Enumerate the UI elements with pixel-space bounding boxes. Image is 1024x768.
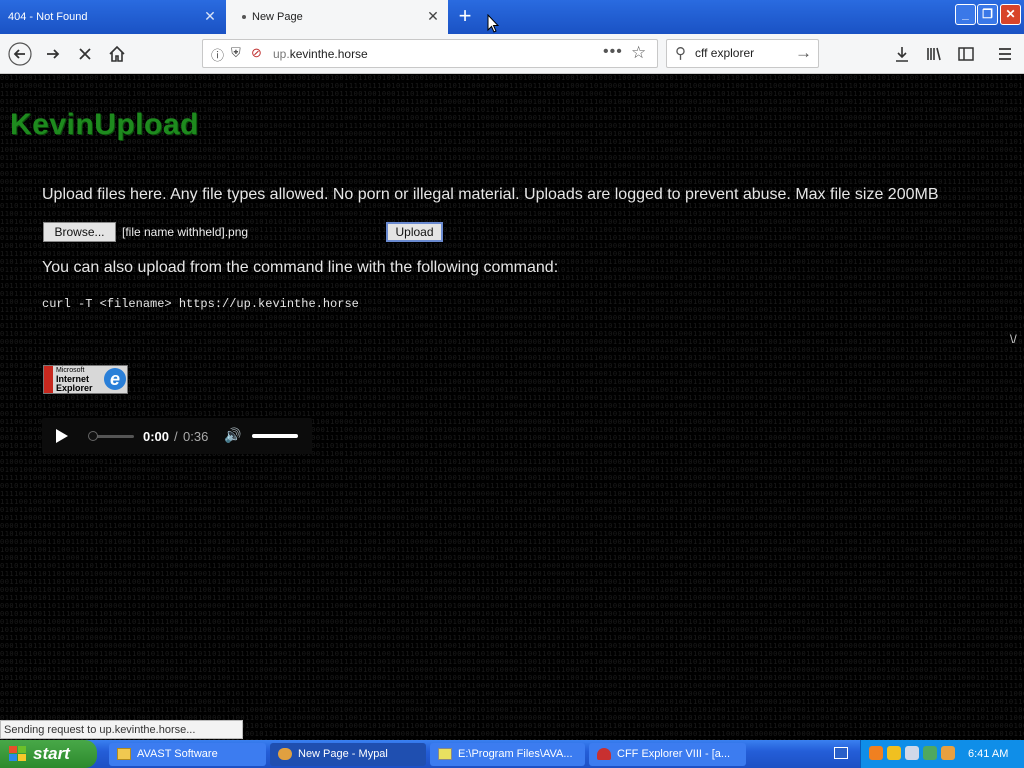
maximize-button[interactable]: ❐ — [977, 4, 998, 25]
binary-background-pattern: 0011000111110011110001011101111011100001… — [0, 74, 1024, 740]
back-button[interactable] — [8, 42, 32, 66]
audio-seek-knob[interactable] — [88, 431, 98, 441]
upload-button[interactable]: Upload — [386, 222, 443, 242]
command-line-instructions: You can also upload from the command lin… — [42, 259, 559, 276]
forward-button[interactable] — [41, 42, 65, 66]
edge-glyph: \/ — [1010, 332, 1017, 346]
ie-badge-line3: Explorer — [56, 383, 93, 393]
tracking-shield-icon[interactable]: ⛨ — [231, 45, 241, 61]
search-icon: ⚲ — [675, 45, 686, 62]
process-tray-icon[interactable] — [923, 746, 937, 760]
volume-speaker-icon[interactable]: 🔊 — [224, 427, 241, 444]
curl-command: curl -T <filename> https://up.kevinthe.h… — [42, 297, 359, 311]
info-icon[interactable]: ⓘ — [211, 45, 224, 64]
search-tray-icon[interactable] — [941, 746, 955, 760]
search-go-arrow-icon[interactable]: → — [795, 43, 812, 63]
system-tray: 6:41 AM — [860, 740, 1024, 768]
start-label: start — [33, 744, 70, 763]
tab-close-icon[interactable]: ✕ — [426, 9, 440, 23]
shield-tray-icon[interactable] — [887, 746, 901, 760]
search-input[interactable] — [695, 46, 795, 60]
taskbar-item-notepad[interactable]: E:\Program Files\AVA... — [430, 743, 585, 766]
audio-volume-slider[interactable] — [252, 434, 298, 438]
minimize-button[interactable]: _ — [955, 4, 976, 25]
audio-current-time: 0:00 — [143, 429, 170, 444]
cff-explorer-icon — [597, 748, 611, 760]
back-arrow-icon — [8, 42, 32, 66]
ie-logo-icon: e — [104, 368, 126, 390]
library-button[interactable] — [922, 42, 946, 66]
download-arrow-icon — [896, 47, 908, 62]
taskbar-item-label: E:\Program Files\AVA... — [458, 748, 573, 760]
taskbar-item-label: CFF Explorer VIII - [a... — [617, 748, 731, 760]
folder-icon — [117, 748, 131, 760]
url-subdomain: up. — [273, 47, 290, 61]
bookmark-star-icon[interactable]: ☆ — [631, 43, 646, 63]
start-button[interactable]: start — [0, 740, 97, 768]
hamburger-menu-button[interactable] — [993, 42, 1017, 66]
status-bar: Sending request to up.kevinthe.horse... — [0, 720, 243, 739]
insecure-lock-icon[interactable]: ⊘ — [251, 45, 262, 61]
close-window-button[interactable]: ✕ — [1000, 4, 1021, 25]
sidebar-toggle-button[interactable] — [954, 42, 978, 66]
downloads-button[interactable] — [890, 42, 914, 66]
site-logo[interactable]: KevinUpload — [10, 108, 199, 142]
sidebar-icon — [958, 47, 974, 61]
tab-new-page[interactable]: New Page ✕ — [226, 0, 448, 34]
screen: 404 - Not Found ✕ New Page ✕ + _ ❐ ✕ ⓘ ⛨… — [0, 0, 1024, 768]
notepad-icon — [438, 748, 452, 760]
hamburger-menu-icon — [999, 48, 1011, 60]
browse-button[interactable]: Browse... — [43, 222, 116, 242]
network-tray-icon[interactable] — [905, 746, 919, 760]
taskbar-item-label: AVAST Software — [137, 748, 218, 760]
page-content: 0011000111110011110001011101111011100001… — [0, 74, 1024, 740]
mouse-cursor-icon — [487, 14, 499, 33]
home-icon — [109, 45, 125, 62]
windows-taskbar: start AVAST Software New Page - Mypal E:… — [0, 740, 1024, 768]
stop-x-icon — [79, 48, 91, 60]
tab-close-icon[interactable]: ✕ — [203, 9, 217, 23]
windows-flag-icon — [9, 746, 27, 762]
avast-tray-icon[interactable] — [869, 746, 883, 760]
taskbar-item-label: New Page - Mypal — [298, 748, 388, 760]
new-tab-button[interactable]: + — [452, 4, 478, 30]
audio-time-separator: / — [174, 429, 178, 444]
search-bar[interactable]: ⚲ → — [666, 39, 819, 68]
keyboard-layout-icon[interactable] — [834, 747, 848, 759]
url-bar[interactable]: ⓘ ⛨ ⊘ up.kevinthe.horse ••• ☆ — [202, 39, 658, 68]
taskbar-item-avast[interactable]: AVAST Software — [109, 743, 266, 766]
audio-duration: 0:36 — [183, 429, 209, 444]
taskbar-item-mypal[interactable]: New Page - Mypal — [270, 743, 426, 766]
mypal-browser-icon — [278, 748, 292, 760]
tab-title: 404 - Not Found — [8, 11, 88, 23]
stop-button[interactable] — [73, 42, 97, 66]
url-text[interactable]: up.kevinthe.horse — [273, 47, 368, 61]
taskbar-item-cff-explorer[interactable]: CFF Explorer VIII - [a... — [589, 743, 746, 766]
library-icon — [927, 47, 941, 61]
forward-arrow-icon — [47, 49, 60, 59]
audio-player: 0:00 / 0:36 🔊 — [42, 418, 312, 454]
play-icon[interactable] — [56, 429, 68, 443]
internet-explorer-badge[interactable]: Microsoft Internet Explorer e — [43, 365, 128, 394]
navigation-bar: ⓘ ⛨ ⊘ up.kevinthe.horse ••• ☆ ⚲ → — [0, 34, 1024, 74]
selected-file-name: [file name withheld].png — [122, 225, 249, 239]
taskbar-clock: 6:41 AM — [968, 748, 1009, 760]
browser-tab-bar: 404 - Not Found ✕ New Page ✕ + _ ❐ ✕ — [0, 0, 1024, 34]
url-domain: kevinthe.horse — [289, 47, 368, 61]
tab-title: New Page — [252, 11, 303, 23]
home-button[interactable] — [105, 42, 129, 66]
upload-instructions: Upload files here. Any file types allowe… — [42, 186, 939, 203]
ie-badge-line1: Microsoft — [56, 367, 85, 374]
ie-badge-side-strip — [44, 366, 53, 393]
page-actions-menu-icon[interactable]: ••• — [603, 43, 623, 61]
tab-404[interactable]: 404 - Not Found ✕ — [0, 0, 225, 34]
loading-dot-icon — [242, 15, 246, 19]
